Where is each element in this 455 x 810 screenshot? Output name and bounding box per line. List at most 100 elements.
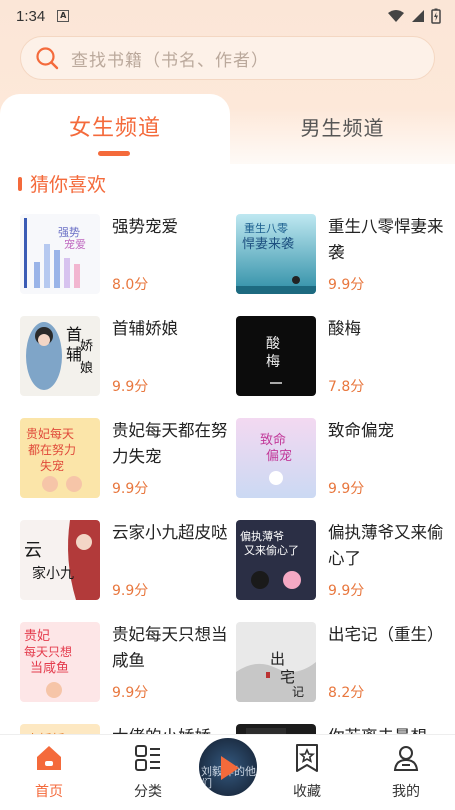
book-item[interactable]: 小娇娇 大佬的小娇娇	[20, 724, 230, 734]
book-cover: 酸 梅	[236, 316, 316, 396]
book-item[interactable]: 强势 宠爱 强势宠爱 8.0分	[20, 214, 230, 296]
section-header: 猜你喜欢	[18, 170, 106, 197]
nav-favorites[interactable]: 收藏	[272, 743, 342, 801]
play-icon	[221, 756, 239, 780]
book-title: 致命偏宠	[328, 421, 394, 440]
book-score: 9.9分	[112, 481, 149, 497]
svg-text:娇: 娇	[80, 339, 93, 354]
book-cover: 贵妃 每天只想 当咸鱼	[20, 622, 100, 702]
svg-text:失宠: 失宠	[40, 458, 64, 473]
book-item[interactable]: 出 宅 记 出宅记（重生） 8.2分	[236, 622, 446, 704]
nav-home-label: 首页	[35, 784, 63, 800]
nav-category-label: 分类	[134, 784, 162, 800]
book-score: 9.9分	[328, 583, 365, 599]
svg-text:每天只想: 每天只想	[24, 644, 72, 659]
svg-text:当咸鱼: 当咸鱼	[30, 660, 69, 676]
section-title: 猜你喜欢	[30, 174, 107, 196]
book-score: 9.9分	[328, 481, 365, 497]
svg-text:宅: 宅	[280, 668, 295, 686]
svg-text:出: 出	[270, 650, 285, 668]
book-cover: 贵妃每天 都在努力 失宠	[20, 418, 100, 498]
svg-text:致命: 致命	[260, 432, 286, 448]
book-cover: 首 辅 娇 娘	[20, 316, 100, 396]
svg-text:贵妃: 贵妃	[24, 629, 50, 644]
search-icon	[36, 47, 59, 70]
now-playing-disc[interactable]: 刘毅萍的他们	[197, 736, 259, 798]
nav-home[interactable]: 首页	[14, 743, 84, 801]
channel-tabs: 女生频道 男生频道	[0, 94, 455, 166]
nav-category[interactable]: 分类	[113, 743, 183, 801]
user-icon	[393, 746, 419, 771]
book-title: 出宅记（重生）	[328, 625, 444, 644]
book-item[interactable]: 偏执薄爷 又来偷心了 偏执薄爷又来偷心了 9.9分	[236, 520, 446, 602]
book-cover: 强势 宠爱	[20, 214, 100, 294]
book-score: 9.9分	[112, 583, 149, 599]
book-item[interactable]: 致命 偏宠 致命偏宠 9.9分	[236, 418, 446, 500]
book-cover: 云 家小九	[20, 520, 100, 600]
category-icon	[135, 745, 160, 771]
book-score: 7.8分	[328, 379, 365, 395]
book-item[interactable]: 酸 梅 酸梅 7.8分	[236, 316, 446, 398]
svg-text:云: 云	[24, 540, 42, 561]
book-cover: 重生八零 悍妻来袭	[236, 214, 316, 294]
svg-text:又来偷心了: 又来偷心了	[244, 543, 299, 557]
book-score: 8.2分	[328, 685, 365, 701]
status-time: 1:34	[16, 7, 46, 25]
home-icon	[37, 746, 61, 770]
book-item[interactable]: 重生八零 悍妻来袭 重生八零悍妻来袭 9.9分	[236, 214, 446, 296]
svg-text:都在努力: 都在努力	[28, 442, 76, 457]
book-item[interactable]: 你若离去最想	[236, 724, 446, 734]
book-item[interactable]: 贵妃 每天只想 当咸鱼 贵妃每天只想当咸鱼 9.9分	[20, 622, 230, 704]
book-item[interactable]: 贵妃每天 都在努力 失宠 贵妃每天都在努力失宠 9.9分	[20, 418, 230, 500]
book-title: 你若离去最想	[328, 724, 448, 734]
book-title: 贵妃每天都在努力失宠	[112, 421, 228, 466]
tab-male-channel[interactable]: 男生频道	[230, 94, 455, 164]
nav-mine[interactable]: 我的	[371, 743, 441, 801]
book-cover: 小娇娇	[20, 724, 100, 734]
book-score: 9.9分	[112, 685, 149, 701]
battery-icon	[431, 8, 441, 24]
notification-a-icon: A	[57, 10, 70, 22]
book-score: 8.0分	[112, 277, 149, 293]
svg-text:家小九: 家小九	[32, 565, 74, 582]
favorites-icon	[296, 744, 318, 772]
book-cover: 出 宅 记	[236, 622, 316, 702]
tab-female-channel[interactable]: 女生频道	[0, 94, 230, 166]
status-icons	[387, 8, 441, 24]
main-content: 猜你喜欢 强势 宠爱 强势宠爱 8.0分 重生八零 悍妻来袭 重生八零悍妻来袭 …	[0, 164, 455, 734]
svg-text:偏宠: 偏宠	[266, 448, 292, 464]
search-bar[interactable]: 查找书籍（书名、作者）	[20, 36, 435, 80]
book-item[interactable]: 云 家小九 云家小九超皮哒 9.9分	[20, 520, 230, 602]
svg-text:宠爱: 宠爱	[64, 237, 86, 251]
book-title: 强势宠爱	[112, 217, 178, 236]
svg-text:梅: 梅	[266, 354, 280, 370]
book-title: 首辅娇娘	[112, 319, 178, 338]
svg-text:酸: 酸	[266, 336, 280, 352]
svg-text:记: 记	[292, 685, 304, 699]
signal-icon	[412, 10, 424, 22]
svg-text:重生八零: 重生八零	[244, 221, 288, 235]
search-placeholder: 查找书籍（书名、作者）	[71, 50, 269, 71]
svg-text:娘: 娘	[80, 361, 93, 376]
status-bar: 1:34 A	[0, 0, 455, 32]
book-score: 9.9分	[112, 379, 149, 395]
nav-mine-label: 我的	[392, 784, 420, 800]
book-title: 重生八零悍妻来袭	[328, 217, 444, 262]
book-item[interactable]: 首 辅 娇 娘 首辅娇娘 9.9分	[20, 316, 230, 398]
book-title: 偏执薄爷又来偷心了	[328, 523, 444, 568]
svg-text:偏执薄爷: 偏执薄爷	[240, 529, 284, 543]
section-accent-bar	[18, 176, 22, 191]
book-cover: 偏执薄爷 又来偷心了	[236, 520, 316, 600]
book-title: 酸梅	[328, 319, 361, 338]
book-title: 云家小九超皮哒	[112, 523, 228, 542]
tab-female-label: 女生频道	[68, 116, 161, 141]
nav-favorites-label: 收藏	[293, 784, 321, 800]
book-title: 贵妃每天只想当咸鱼	[112, 625, 228, 670]
active-tab-indicator	[98, 151, 130, 156]
book-cover: 致命 偏宠	[236, 418, 316, 498]
book-cover	[236, 724, 316, 734]
wifi-icon	[388, 10, 404, 22]
tab-male-label: 男生频道	[300, 116, 385, 140]
book-title: 大佬的小娇娇	[112, 724, 232, 734]
book-score: 9.9分	[328, 277, 365, 293]
